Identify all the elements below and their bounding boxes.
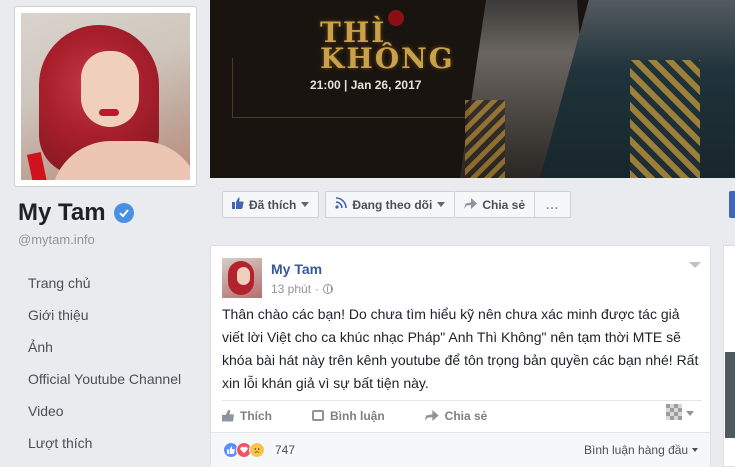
chevron-down-icon [692,448,699,452]
sidebar-item-youtube-channel[interactable]: Official Youtube Channel [28,368,181,400]
share-button[interactable]: Chia sẻ [424,408,488,423]
sidebar-item-likes[interactable]: Lượt thích [28,432,181,464]
share-arrow-icon [464,197,478,212]
post-options-chevron-icon[interactable] [689,262,701,268]
share-page-label: Chia sẻ [482,197,526,212]
comment-button[interactable]: Bình luận [312,409,385,423]
sidebar-item-video[interactable]: Video [28,400,181,432]
liked-button[interactable]: Đã thích [222,191,320,218]
more-dots-label: ... [546,197,560,212]
comment-icon [312,410,324,421]
share-icon [424,410,439,421]
post-meta: 13 phút · [271,282,334,296]
post-text: Thân chào các bạn! Do chưa tìm hiểu kỹ n… [222,306,699,391]
chevron-down-icon [437,202,446,207]
top-comments-dropdown[interactable]: Bình luận hàng đầu [584,443,699,457]
cover-datetime: 21:00 | Jan 26, 2017 [310,78,422,92]
share-label: Chia sẻ [444,408,488,423]
sad-reaction-icon [249,442,265,458]
following-button[interactable]: Đang theo dõi [325,191,456,218]
rss-icon [335,197,348,212]
post-time[interactable]: 13 phút [271,282,311,296]
following-label: Đang theo dõi [352,197,433,212]
sidebar-video-thumbnail[interactable] [725,352,735,438]
cover-photo[interactable]: THÌ KHÔNG 21:00 | Jan 26, 2017 [210,0,735,178]
reactions-bar: 747 Bình luận hàng đầu [211,432,710,467]
page-handle[interactable]: @mytam.info [18,232,95,247]
avatar[interactable] [222,258,262,298]
globe-icon [323,284,334,294]
cover-title: THÌ KHÔNG [320,16,455,75]
sidebar-item-about[interactable]: Giới thiệu [28,304,181,336]
sidebar-nav: Trang chủ Giới thiệu Ảnh Official Youtub… [28,272,181,464]
liked-label: Đã thích [249,197,297,212]
profile-picture[interactable] [14,6,197,187]
post-author[interactable]: My Tam [271,261,322,277]
post-action-row: Thích Bình luận Chia sẻ [222,400,702,430]
page-action-bar: Đã thích Đang theo dõi Chia sẻ ... [222,191,572,218]
top-comments-label: Bình luận hàng đầu [584,443,689,457]
chevron-down-icon[interactable] [686,411,694,416]
comment-label: Bình luận [330,408,385,423]
reaction-icons[interactable] [223,442,265,458]
chevron-down-icon [301,202,310,207]
page-name-text: My Tam [18,199,106,226]
sidebar-item-home[interactable]: Trang chủ [28,272,181,304]
sidebar-item-photos[interactable]: Ảnh [28,336,181,368]
post-card: My Tam 13 phút · Thân chào các bạn! Do c… [210,245,711,467]
more-options-button[interactable]: ... [535,191,572,218]
commenter-avatar[interactable] [666,404,682,420]
thumbs-up-icon [232,197,244,212]
page-title: My Tam [18,199,134,227]
reaction-count[interactable]: 747 [275,443,295,457]
like-button[interactable]: Thích [222,409,272,423]
like-label: Thích [240,408,272,423]
share-page-button[interactable]: Chia sẻ [455,191,536,218]
verified-badge-icon [113,203,134,223]
message-button-edge[interactable] [729,191,735,218]
profile-photo [21,13,190,180]
thumbs-up-icon [222,409,234,422]
